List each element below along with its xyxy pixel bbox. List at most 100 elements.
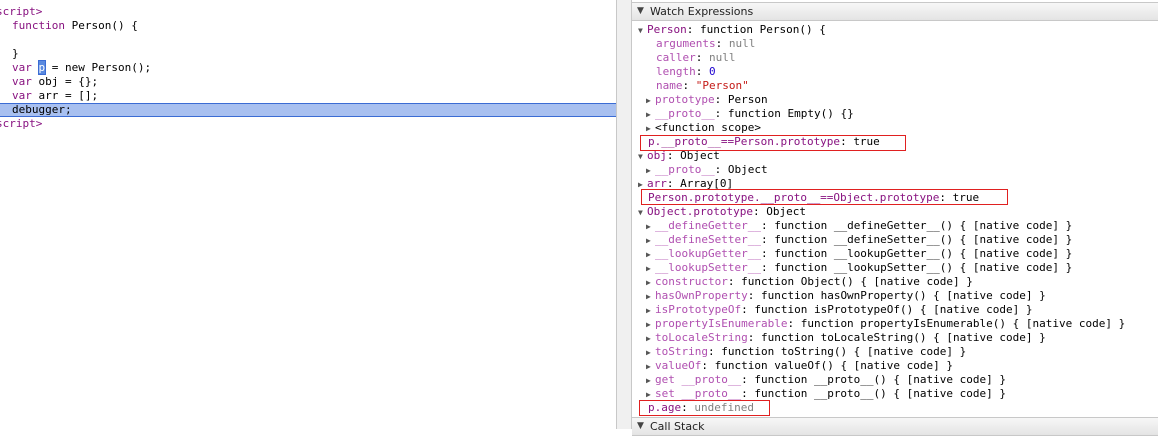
property-name: isPrototypeOf [655, 303, 742, 316]
watch-row[interactable]: ▶ isPrototypeOf: function isPrototypeOf()… [646, 303, 1033, 317]
watch-row[interactable]: ▶ hasOwnProperty: function hasOwnProperty… [646, 289, 1046, 303]
collapse-triangle-icon[interactable]: ▼ [638, 206, 647, 220]
property-value: function hasOwnProperty() { [native code… [760, 289, 1046, 302]
execution-line-highlight [0, 103, 616, 117]
watch-row[interactable]: ▶ toString: function toString() { [native… [646, 345, 966, 359]
property-value: function __lookupSetter__() { [native co… [774, 261, 1073, 274]
keyword: var [12, 89, 32, 102]
property-value: function __defineSetter__() { [native co… [774, 233, 1073, 246]
code-line: var p = new Person(); [12, 60, 152, 75]
script-tag: script> [0, 5, 43, 18]
watch-row[interactable]: ▶ __lookupSetter__: function __lookupSett… [646, 261, 1072, 275]
separator: : [727, 275, 742, 288]
watch-row[interactable]: ▼ Person: function Person() { [638, 23, 826, 37]
watch-row: arguments: null [656, 37, 755, 51]
property-value: Object [766, 205, 806, 218]
expand-triangle-icon[interactable]: ▶ [646, 234, 655, 248]
expand-triangle-icon[interactable]: ▶ [646, 290, 655, 304]
expand-triangle-icon[interactable]: ▶ [646, 262, 655, 276]
expand-triangle-icon[interactable]: ▶ [646, 164, 655, 178]
property-name: __lookupGetter__ [655, 247, 761, 260]
property-name: Object.prototype [647, 205, 753, 218]
highlight-box [641, 189, 1008, 205]
property-name: __proto__ [655, 163, 715, 176]
watch-row[interactable]: ▶ toLocaleString: function toLocaleString… [646, 331, 1046, 345]
watch-row[interactable]: ▶ __lookupGetter__: function __lookupGett… [646, 247, 1072, 261]
code-text: = new Person(); [45, 61, 152, 74]
expand-triangle-icon[interactable]: ▶ [646, 346, 655, 360]
expand-triangle-icon[interactable]: ▶ [646, 360, 655, 374]
expand-triangle-icon[interactable]: ▶ [646, 304, 655, 318]
separator: : [747, 289, 761, 302]
property-name: toString [655, 345, 708, 358]
watch-row[interactable]: ▶ propertyIsEnumerable: function property… [646, 317, 1125, 331]
expand-triangle-icon[interactable]: ▶ [646, 220, 655, 234]
expand-triangle-icon[interactable]: ▶ [646, 108, 655, 122]
watch-row[interactable]: ▶ __defineGetter__: function __defineGett… [646, 219, 1072, 233]
watch-row[interactable]: ▼ Object.prototype: Object [638, 205, 806, 219]
property-value: 0 [709, 65, 716, 78]
property-value: function Person() { [700, 23, 826, 36]
property-name: __proto__ [655, 107, 715, 120]
watch-row[interactable]: ▶ valueOf: function valueOf() { [native c… [646, 359, 953, 373]
separator: : [741, 303, 755, 316]
code-text: } [12, 47, 19, 60]
source-editor[interactable]: script> function Person() { } var p = ne… [0, 0, 616, 429]
property-name: name [656, 79, 683, 92]
watch-row[interactable]: ▶ set __proto__: function __proto__() { [… [646, 387, 1006, 401]
expand-triangle-icon[interactable]: ▶ [646, 374, 655, 388]
expand-triangle-icon[interactable]: ▶ [646, 276, 655, 290]
watch-row[interactable]: ▶ __proto__: Object [646, 163, 768, 177]
separator: : [707, 345, 722, 358]
watch-expressions-pane: ▼ Watch Expressions ▼ Person: function Pe… [632, 0, 1158, 436]
expand-triangle-icon[interactable]: ▶ [646, 318, 655, 332]
property-value: function Empty() {} [727, 107, 854, 120]
separator: : [714, 107, 728, 120]
separator: : [752, 205, 767, 218]
property-name: propertyIsEnumerable [655, 317, 788, 330]
separator: : [695, 65, 709, 78]
property-value: null [728, 37, 756, 50]
property-name: hasOwnProperty [655, 289, 748, 302]
watch-row[interactable]: ▶ get __proto__: function __proto__() { [… [646, 373, 1006, 387]
property-value: function __proto__() { [native code] } [754, 373, 1007, 386]
separator: : [787, 317, 801, 330]
separator: : [747, 331, 761, 344]
keyword: var [12, 75, 32, 88]
collapse-triangle-icon[interactable]: ▼ [638, 150, 647, 164]
property-value: function Object() { [native code] } [741, 275, 973, 288]
watch-row[interactable]: ▶ <function scope> [646, 121, 761, 135]
code-line: script> [0, 117, 42, 131]
expand-triangle-icon[interactable]: ▶ [646, 94, 655, 108]
property-value: "Person" [695, 79, 749, 92]
watch-row[interactable]: ▶ constructor: function Object() { [nativ… [646, 275, 973, 289]
watch-row[interactable]: ▼ obj: Object [638, 149, 720, 163]
expand-triangle-icon[interactable]: ▶ [646, 332, 655, 346]
property-name: prototype [655, 93, 715, 106]
property-name: get __proto__ [655, 373, 742, 386]
section-title: Watch Expressions [650, 5, 754, 18]
expand-triangle-icon[interactable]: ▶ [646, 248, 655, 262]
watch-row[interactable]: ▶ __defineSetter__: function __defineSett… [646, 233, 1072, 247]
property-name: __lookupSetter__ [655, 261, 761, 274]
code-text: Person() { [64, 19, 138, 32]
watch-row[interactable]: ▶ prototype: Person [646, 93, 768, 107]
code-text: debugger; [12, 103, 72, 116]
code-line: var arr = []; [12, 89, 98, 103]
watch-expressions-header[interactable]: ▼ Watch Expressions [632, 2, 1158, 21]
highlight-box [640, 135, 906, 151]
watch-row[interactable]: ▶ __proto__: function Empty() {} [646, 107, 854, 121]
code-line-current: debugger; [12, 103, 72, 117]
property-name: arguments [656, 37, 716, 50]
code-line: function Person() { [12, 19, 138, 33]
expand-triangle-icon[interactable]: ▶ [646, 122, 655, 136]
call-stack-header[interactable]: ▼ Call Stack [632, 417, 1158, 436]
pane-splitter[interactable] [616, 0, 632, 429]
property-name: constructor [655, 275, 728, 288]
separator: : [715, 37, 729, 50]
separator: : [760, 247, 775, 260]
watch-row: name: "Person" [656, 79, 749, 93]
property-name: valueOf [655, 359, 702, 372]
collapse-triangle-icon[interactable]: ▼ [638, 24, 647, 38]
property-value: null [709, 51, 736, 64]
